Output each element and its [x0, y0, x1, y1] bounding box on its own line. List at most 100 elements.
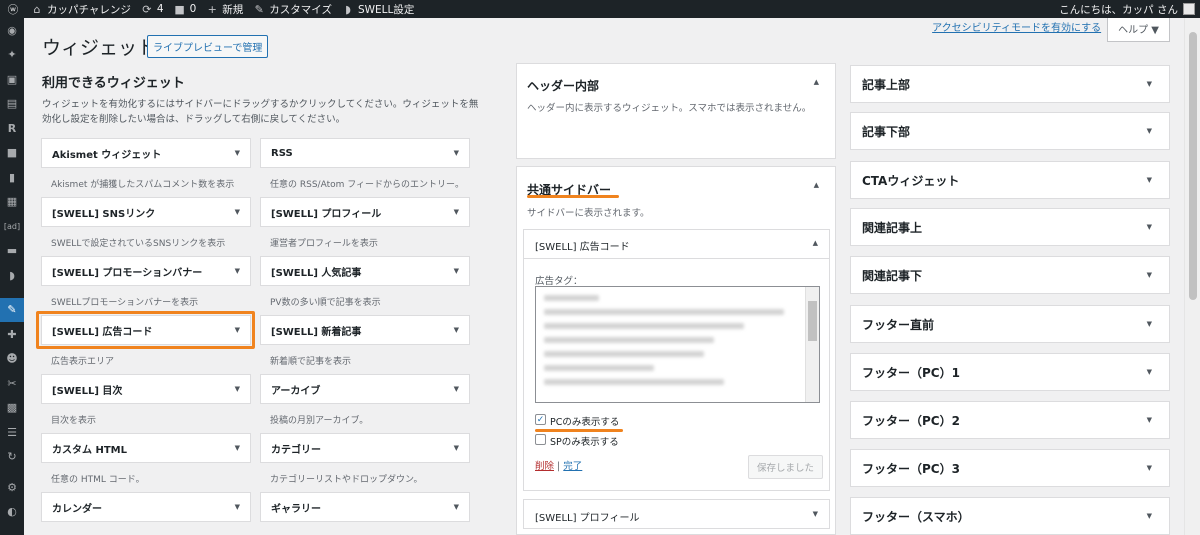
- area-related-bottom[interactable]: 関連記事下 ▼: [850, 256, 1170, 294]
- widget-calendar[interactable]: カレンダー ▼: [41, 492, 251, 522]
- help-tab[interactable]: ヘルプ ▼: [1107, 18, 1170, 42]
- caret-up-icon[interactable]: ▲: [813, 239, 818, 247]
- available-widgets-title: 利用できるウィジェット: [42, 76, 185, 91]
- caret-down-icon: ▼: [1146, 271, 1152, 279]
- blurred-text: [544, 351, 704, 357]
- refresh-icon[interactable]: ↻: [0, 445, 24, 470]
- area-footer-sp[interactable]: フッター（スマホ） ▼: [850, 497, 1170, 535]
- pc-only-underline: [535, 429, 623, 432]
- widget-title: カスタム HTML: [52, 444, 127, 456]
- ad-tag-textarea[interactable]: [535, 286, 820, 403]
- widget-desc: 新着順で記事を表示: [270, 357, 352, 367]
- caret-down-icon: ▼: [234, 444, 240, 452]
- comment-icon: ■: [174, 2, 185, 16]
- widget-gallery[interactable]: ギャラリー ▼: [260, 492, 470, 522]
- rank-icon[interactable]: R: [0, 116, 24, 141]
- pin-icon[interactable]: ✦: [0, 43, 24, 68]
- window-scrollbar[interactable]: [1184, 18, 1200, 535]
- comments-link[interactable]: ■ 0: [169, 0, 202, 18]
- dashboard-icon[interactable]: ◉: [0, 18, 24, 43]
- widget-title: [SWELL] プロモーションバナー: [52, 267, 203, 279]
- plugins-icon[interactable]: ✚: [0, 322, 24, 347]
- delete-link[interactable]: 削除: [535, 461, 554, 472]
- widget-categories[interactable]: カテゴリー ▼: [260, 433, 470, 463]
- widget-swell-new-posts[interactable]: [SWELL] 新着記事 ▼: [260, 315, 470, 345]
- profile-widget[interactable]: [SWELL] プロフィール ▼: [523, 499, 830, 529]
- area-title: 記事上部: [862, 77, 911, 92]
- textarea-scrollbar[interactable]: [805, 287, 819, 402]
- updates-link[interactable]: ⟳ 4: [136, 0, 169, 18]
- sidebar-common[interactable]: 共通サイドバー ▲ サイドバーに表示されます。 [SWELL] 広告コード ▲ …: [516, 166, 836, 535]
- pc-only-checkbox[interactable]: ✓: [535, 414, 546, 425]
- home-icon: ⌂: [33, 2, 41, 16]
- caret-down-icon: ▼: [1146, 368, 1152, 376]
- ad-code-widget[interactable]: [SWELL] 広告コード ▲ 広告タグ： ✓ PCのみ表示する SPのみ表示す…: [523, 229, 830, 491]
- area-article-bottom[interactable]: 記事下部 ▼: [850, 112, 1170, 150]
- appearance-icon[interactable]: ✎: [0, 297, 24, 322]
- caret-up-icon[interactable]: ▲: [814, 181, 819, 189]
- panel-desc: サイドバーに表示されます。: [527, 208, 650, 219]
- area-title: フッター（PC）2: [862, 413, 960, 428]
- area-article-top[interactable]: 記事上部 ▼: [850, 65, 1170, 103]
- swell-label: SWELL設定: [357, 3, 415, 16]
- tools-icon[interactable]: ✂: [0, 371, 24, 396]
- pc-only-label[interactable]: PCのみ表示する: [550, 414, 619, 428]
- collapse-icon[interactable]: ◐: [0, 500, 24, 525]
- widget-swell-promo[interactable]: [SWELL] プロモーションバナー ▼: [41, 256, 251, 286]
- site-name-link[interactable]: ⌂ カッパチャレンジ: [26, 0, 136, 18]
- sidebar-header-inner[interactable]: ヘッダー内部 ▲ ヘッダー内に表示するウィジェット。スマホでは表示されません。: [516, 63, 836, 159]
- widget-title: [SWELL] 新着記事: [271, 326, 362, 338]
- my-account-link[interactable]: こんにちは、カッパ さん: [1054, 0, 1200, 18]
- widget-archives[interactable]: アーカイブ ▼: [260, 374, 470, 404]
- updates-icon: ⟳: [142, 2, 152, 16]
- widget-swell-sns[interactable]: [SWELL] SNSリンク ▼: [41, 197, 251, 227]
- widget-custom-html[interactable]: カスタム HTML ▼: [41, 433, 251, 463]
- scroll-thumb[interactable]: [808, 301, 817, 341]
- saved-button[interactable]: 保存しました: [748, 455, 824, 479]
- done-link[interactable]: 完了: [563, 461, 582, 472]
- list-icon[interactable]: ☰: [0, 420, 24, 445]
- ad-icon[interactable]: [ad]: [0, 214, 24, 239]
- users-icon[interactable]: ☻: [0, 347, 24, 372]
- caret-down-icon: ▼: [234, 503, 240, 511]
- area-title: フッター直前: [862, 317, 935, 332]
- main-content: アクセシビリティモードを有効にする ヘルプ ▼ ウィジェット ライブプレビューで…: [24, 18, 1184, 535]
- swell-settings-link[interactable]: ◗ SWELL設定: [337, 0, 419, 18]
- area-footer-pc-1[interactable]: フッター（PC）1 ▼: [850, 353, 1170, 391]
- caret-down-icon: ▼: [1146, 80, 1152, 88]
- widget-akismet[interactable]: Akismet ウィジェット ▼: [41, 138, 251, 168]
- media-icon[interactable]: ▣: [0, 67, 24, 92]
- caret-up-icon[interactable]: ▲: [814, 78, 819, 86]
- area-title: 記事下部: [862, 124, 911, 139]
- area-cta[interactable]: CTAウィジェット ▼: [850, 161, 1170, 199]
- widget-rss[interactable]: RSS ▼: [260, 138, 470, 168]
- gear-icon[interactable]: ⚙: [0, 475, 24, 500]
- live-preview-button[interactable]: ライブプレビューで管理: [147, 35, 269, 58]
- area-footer-pc-2[interactable]: フッター（PC）2 ▼: [850, 401, 1170, 439]
- pages-icon[interactable]: ▤: [0, 92, 24, 117]
- settings-icon[interactable]: ▩: [0, 396, 24, 421]
- widget-swell-toc[interactable]: [SWELL] 目次 ▼: [41, 374, 251, 404]
- swell-icon[interactable]: ◗: [0, 263, 24, 288]
- widget-swell-profile[interactable]: [SWELL] プロフィール ▼: [260, 197, 470, 227]
- wordpress-logo-icon[interactable]: ⓦ: [0, 0, 26, 18]
- accessibility-mode-link[interactable]: アクセシビリティモードを有効にする: [932, 19, 1101, 34]
- widget-desc: SWELLプロモーションバナーを表示: [51, 298, 199, 308]
- ad-code-widget-header[interactable]: [SWELL] 広告コード ▲: [524, 230, 829, 259]
- sp-only-label[interactable]: SPのみ表示する: [550, 434, 619, 448]
- new-content-link[interactable]: + 新規: [201, 0, 248, 18]
- caret-down-icon[interactable]: ▼: [813, 510, 818, 518]
- blurred-text: [544, 295, 599, 301]
- sp-only-checkbox[interactable]: [535, 434, 546, 445]
- caret-down-icon: ▼: [234, 149, 240, 157]
- table-icon[interactable]: ▦: [0, 190, 24, 215]
- chat-icon[interactable]: ▬: [0, 239, 24, 264]
- doc-icon[interactable]: ▮: [0, 165, 24, 190]
- scroll-thumb[interactable]: [1189, 32, 1197, 300]
- customize-link[interactable]: ✎ カスタマイズ: [248, 0, 337, 18]
- widget-swell-popular[interactable]: [SWELL] 人気記事 ▼: [260, 256, 470, 286]
- area-related-top[interactable]: 関連記事上 ▼: [850, 208, 1170, 246]
- area-footer-pc-3[interactable]: フッター（PC）3 ▼: [850, 449, 1170, 487]
- comments-icon[interactable]: ■: [0, 141, 24, 166]
- area-before-footer[interactable]: フッター直前 ▼: [850, 305, 1170, 343]
